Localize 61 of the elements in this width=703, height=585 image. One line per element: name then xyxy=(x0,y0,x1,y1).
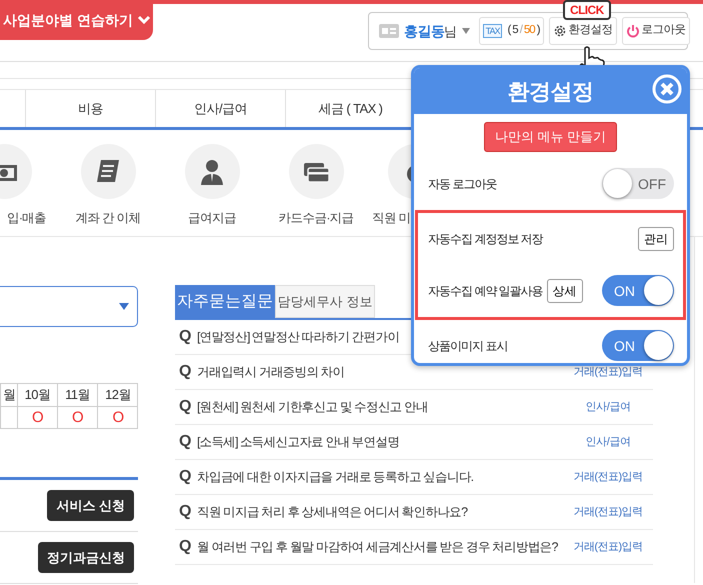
faq-category: 거래(전표)입력 xyxy=(572,540,644,555)
shortcut-label[interactable]: 직원 미 xyxy=(372,209,410,228)
caret-down-icon xyxy=(119,303,129,310)
faq-tab[interactable]: 자주묻는질문 xyxy=(175,285,275,318)
setting-label: 상품이미지 표시 xyxy=(428,338,508,354)
menu-tab[interactable]: 비용 xyxy=(25,90,155,127)
faq-link[interactable]: [원천세] 원천세 기한후신고 및 수정신고 안내 xyxy=(197,398,563,416)
settings-icon xyxy=(552,24,567,38)
dropdown-field[interactable] xyxy=(0,286,138,327)
month-header: 11월 xyxy=(57,384,97,406)
month-value: O xyxy=(97,406,138,428)
toggle-switch[interactable]: OFF xyxy=(602,168,674,199)
close-icon[interactable] xyxy=(652,74,682,104)
faq-link[interactable]: 직원 미지급 처리 후 상세내역은 어디서 확인하나요? xyxy=(197,502,563,522)
month-header: 10월 xyxy=(17,384,57,406)
month-value: O xyxy=(17,406,57,428)
faq-tab[interactable]: 담당세무사 정보 xyxy=(275,285,375,318)
question-mark-label: Q xyxy=(179,327,192,347)
tax-icon: TAX xyxy=(482,24,502,38)
setting-label: 자동수집 계정정보 저장 xyxy=(428,230,543,248)
shortcut-label[interactable]: 급여지급 xyxy=(188,209,236,228)
faq-category: 거래(전표)입력 xyxy=(572,504,644,520)
setting-button[interactable]: 관리 xyxy=(638,226,674,250)
menu-tab[interactable]: 인사/급여 xyxy=(155,90,285,127)
shortcut-label[interactable]: 입·매출 xyxy=(6,209,46,228)
faq-link[interactable]: 월 여러번 구입 후 월말 마감하여 세금계산서를 받은 경우 처리방법은? xyxy=(197,538,563,556)
chevron-down-icon xyxy=(136,15,151,25)
month-header: 월 xyxy=(0,384,17,406)
service-button[interactable]: 서비스 신청 xyxy=(47,490,134,522)
setting-label: 자동수집 예약 일괄사용 xyxy=(428,282,543,300)
toggle-switch[interactable]: ON xyxy=(602,275,674,306)
logout-button[interactable]: 로그아웃 xyxy=(622,17,690,45)
faq-category: 거래(전표)입력 xyxy=(572,364,644,380)
question-mark-label: Q xyxy=(179,502,192,522)
id-card-icon xyxy=(379,24,399,38)
click-hint-label: CLICK xyxy=(563,0,611,20)
shortcut-label[interactable]: 카드수금·지급 xyxy=(278,209,354,228)
question-mark-label: Q xyxy=(179,362,192,382)
settings-button[interactable]: 환경설정 xyxy=(548,17,617,45)
tax-count-button[interactable]: TAX ( 5 / 50 ) xyxy=(478,17,544,45)
faq-category: 거래(전표)입력 xyxy=(572,470,644,485)
caret-down-icon[interactable] xyxy=(462,28,470,34)
service-button[interactable]: 정기과금신청 xyxy=(38,542,134,574)
month-header: 12월 xyxy=(97,384,138,406)
question-mark-label: Q xyxy=(179,432,192,452)
faq-link[interactable]: [소득세] 소득세신고자료 안내 부연설명 xyxy=(197,432,563,452)
question-mark-label: Q xyxy=(179,537,192,557)
question-mark-label: Q xyxy=(179,397,192,417)
toggle-switch[interactable]: ON xyxy=(602,330,674,361)
month-value: O xyxy=(57,406,97,428)
user-name[interactable]: 홍길동님 xyxy=(404,20,457,42)
popup-title: 환경설정 xyxy=(508,78,594,106)
setting-label: 자동 로그아웃 xyxy=(428,176,496,192)
faq-link[interactable]: 차입금에 대한 이자지급을 거래로 등록하고 싶습니다. xyxy=(197,468,563,486)
setting-button[interactable]: 상세 xyxy=(546,278,583,302)
power-icon xyxy=(626,24,640,38)
faq-category: 인사/급여 xyxy=(584,434,632,450)
faq-link[interactable]: 거래입력시 거래증빙의 차이 xyxy=(197,362,563,382)
faq-category: 인사/급여 xyxy=(584,400,632,415)
shortcut-label[interactable]: 계좌 간 이체 xyxy=(76,209,140,228)
question-mark-label: Q xyxy=(179,467,192,487)
